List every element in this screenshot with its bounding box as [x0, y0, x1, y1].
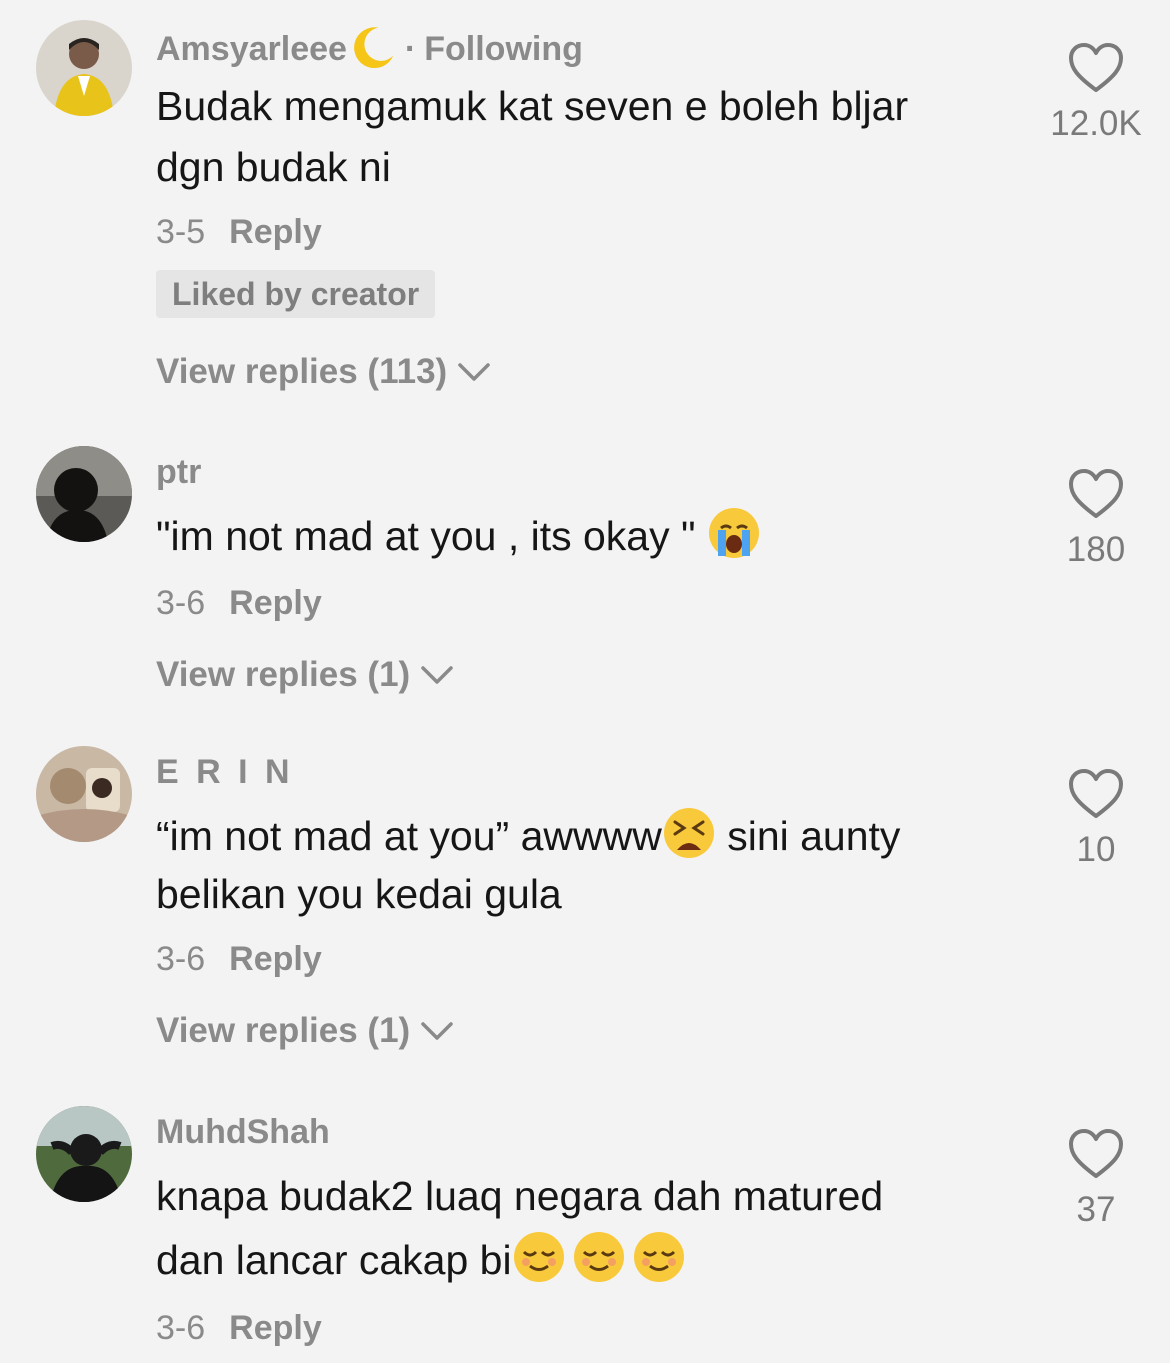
comment-text-part: “im not mad at you” awwww: [156, 813, 662, 859]
comment-date: 3-6: [156, 940, 206, 978]
reply-button[interactable]: Reply: [229, 584, 322, 622]
reply-button[interactable]: Reply: [229, 940, 322, 978]
relieved-face-emoji: [573, 1232, 624, 1282]
comment-date: 3-5: [156, 213, 206, 251]
avatar[interactable]: [36, 746, 132, 842]
like-count: 10: [1076, 830, 1116, 869]
comment-date: 3-6: [156, 584, 206, 622]
comment-text-part: sini aunty: [715, 813, 901, 859]
view-replies-button[interactable]: View replies (1): [156, 653, 996, 697]
comment-text-line: “im not mad at you” awwww sini aunty: [156, 806, 996, 865]
comment-text-line: belikan you kedai gula: [156, 871, 562, 917]
like-column: 180: [1046, 468, 1146, 570]
username[interactable]: E R I N: [156, 753, 294, 791]
comment-user-row: E R I N: [156, 750, 996, 794]
comment-text-line: Budak mengamuk kat seven e boleh bljar: [156, 83, 909, 129]
avatar[interactable]: [36, 20, 132, 116]
username[interactable]: ptr: [156, 453, 201, 491]
tired-face-emoji: [663, 808, 714, 858]
chevron-down-icon: [421, 1022, 453, 1040]
heart-icon[interactable]: [1067, 1128, 1125, 1180]
comment-text: “im not mad at you” awwww sini aunty bel…: [156, 806, 996, 923]
separator: ·: [404, 30, 417, 68]
like-count: 12.0K: [1050, 104, 1142, 143]
comment-user-row: MuhdShah: [156, 1110, 996, 1154]
like-column: 37: [1046, 1128, 1146, 1230]
moon-emoji: [354, 27, 394, 69]
view-replies-label: View replies (1): [156, 655, 411, 694]
comment-meta: 3-6 Reply: [156, 937, 996, 981]
comment-text-line: knapa budak2 luaq negara dah matured: [156, 1173, 884, 1219]
liked-by-creator-badge: Liked by creator: [156, 270, 436, 318]
view-replies-button[interactable]: View replies (1): [156, 1009, 996, 1053]
comment-user-row: Amsyarleee · Following: [156, 24, 996, 69]
comment-user-row: ptr: [156, 450, 996, 494]
like-column: 10: [1046, 768, 1146, 870]
comment-text-line: "im not mad at you , its okay ": [156, 513, 696, 559]
comment-date: 3-6: [156, 1309, 206, 1347]
comment-text: knapa budak2 luaq negara dah matured dan…: [156, 1164, 996, 1292]
comment-text: Budak mengamuk kat seven e boleh bljar d…: [156, 76, 996, 198]
heart-icon[interactable]: [1067, 768, 1125, 820]
comment-meta: 3-6 Reply: [156, 1306, 996, 1350]
heart-icon[interactable]: [1067, 42, 1125, 94]
username[interactable]: MuhdShah: [156, 1113, 330, 1151]
loudly-crying-emoji: [708, 508, 759, 558]
chevron-down-icon: [421, 666, 453, 684]
comment-meta: 3-5 Reply: [156, 210, 996, 254]
reply-button[interactable]: Reply: [229, 1309, 322, 1347]
chevron-down-icon: [458, 363, 490, 381]
like-column: 12.0K: [1046, 42, 1146, 144]
heart-icon[interactable]: [1067, 468, 1125, 520]
relieved-face-emoji: [633, 1232, 684, 1282]
view-replies-label: View replies (113): [156, 352, 448, 391]
comment-text-line: dan lancar cakap bi: [156, 1228, 996, 1292]
username[interactable]: Amsyarleee: [156, 30, 347, 68]
view-replies-label: View replies (1): [156, 1011, 411, 1050]
relieved-face-emoji: [513, 1232, 564, 1282]
avatar[interactable]: [36, 446, 132, 542]
comment-text-line: dgn budak ni: [156, 144, 391, 190]
avatar[interactable]: [36, 1106, 132, 1202]
view-replies-button[interactable]: View replies (113): [156, 350, 996, 394]
like-count: 180: [1066, 530, 1126, 569]
comment-text-part: dan lancar cakap bi: [156, 1237, 512, 1283]
following-label: Following: [424, 30, 583, 68]
comment-text: "im not mad at you , its okay ": [156, 506, 996, 567]
like-count: 37: [1076, 1190, 1116, 1229]
comment-meta: 3-6 Reply: [156, 581, 996, 625]
reply-button[interactable]: Reply: [229, 213, 322, 251]
